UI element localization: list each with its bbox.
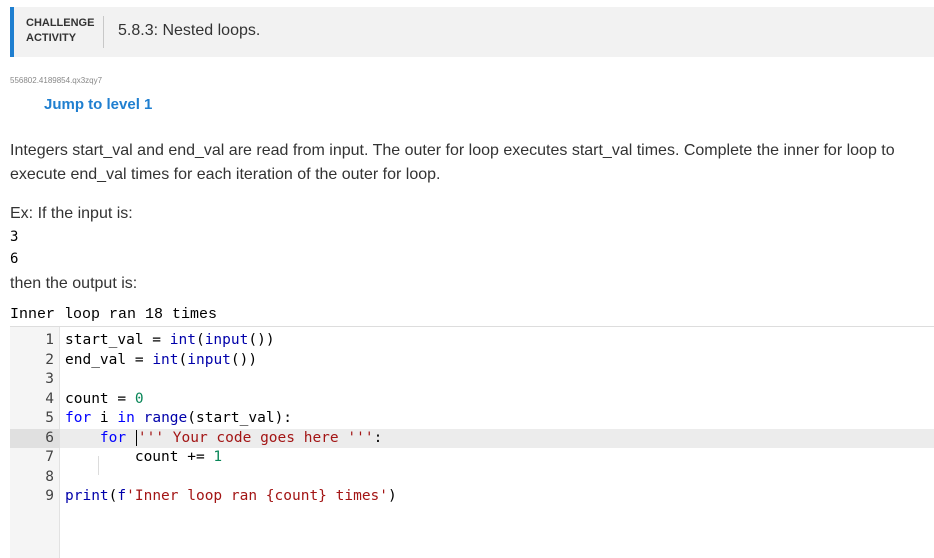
- code-editor[interactable]: 1 start_val = int(input()) 2 end_val = int(…: [10, 326, 934, 558]
- activity-title: 5.8.3: Nested loops.: [118, 22, 261, 39]
- example-input-line: 6: [10, 251, 19, 267]
- example-output: Inner loop ran 18 times: [10, 306, 218, 323]
- line-number: 4: [45, 390, 54, 407]
- line-number: 3: [45, 371, 54, 387]
- code-line[interactable]: 5 for i in range(start_val):: [10, 409, 934, 429]
- line-number: 5: [45, 410, 54, 426]
- code-line[interactable]: 9 print(f'Inner loop ran {count} times'): [10, 487, 934, 507]
- code-line[interactable]: 1 start_val = int(input()): [10, 331, 934, 351]
- code-text[interactable]: end_val = int(input()): [65, 351, 257, 371]
- indent-guide: [98, 456, 99, 475]
- example-input-line: 3: [10, 229, 19, 245]
- line-number: 7: [45, 449, 54, 465]
- header-divider: [103, 16, 104, 48]
- activity-id: 556802.4189854.qx3zqy7: [10, 76, 103, 85]
- code-line[interactable]: 7 count += 1: [10, 448, 934, 468]
- then-text: then the output is:: [10, 275, 138, 292]
- line-number: 9: [45, 488, 54, 504]
- challenge-label-line1: CHALLENGE: [26, 17, 95, 29]
- line-number: 2: [45, 351, 54, 368]
- code-text[interactable]: count += 1: [65, 448, 222, 468]
- example-intro: Ex: If the input is:: [10, 205, 133, 222]
- code-text[interactable]: for ''' Your code goes here ''':: [65, 429, 382, 449]
- code-line[interactable]: 4 count = 0: [10, 390, 934, 410]
- code-text[interactable]: start_val = int(input()): [65, 331, 275, 351]
- line-number: 8: [45, 468, 54, 485]
- code-text[interactable]: print(f'Inner loop ran {count} times'): [65, 487, 397, 507]
- code-line[interactable]: 6 for ''' Your code goes here ''':: [10, 428, 934, 449]
- code-line[interactable]: 8: [10, 468, 934, 488]
- line-number: 6: [10, 428, 60, 448]
- challenge-header: CHALLENGE ACTIVITY 5.8.3: Nested loops.: [10, 7, 934, 57]
- problem-prompt: Integers start_val and end_val are read …: [10, 142, 895, 183]
- code-text[interactable]: for i in range(start_val):: [65, 409, 292, 429]
- challenge-activity-label: CHALLENGE ACTIVITY: [26, 16, 106, 46]
- line-number: 1: [45, 332, 54, 348]
- jump-to-level-link[interactable]: Jump to level 1: [44, 96, 152, 113]
- challenge-label-line2: ACTIVITY: [26, 32, 77, 44]
- code-line[interactable]: 2 end_val = int(input()): [10, 351, 934, 371]
- code-text[interactable]: count = 0: [65, 390, 144, 410]
- example-inputs: 3 6: [10, 226, 18, 270]
- code-line[interactable]: 3: [10, 370, 934, 390]
